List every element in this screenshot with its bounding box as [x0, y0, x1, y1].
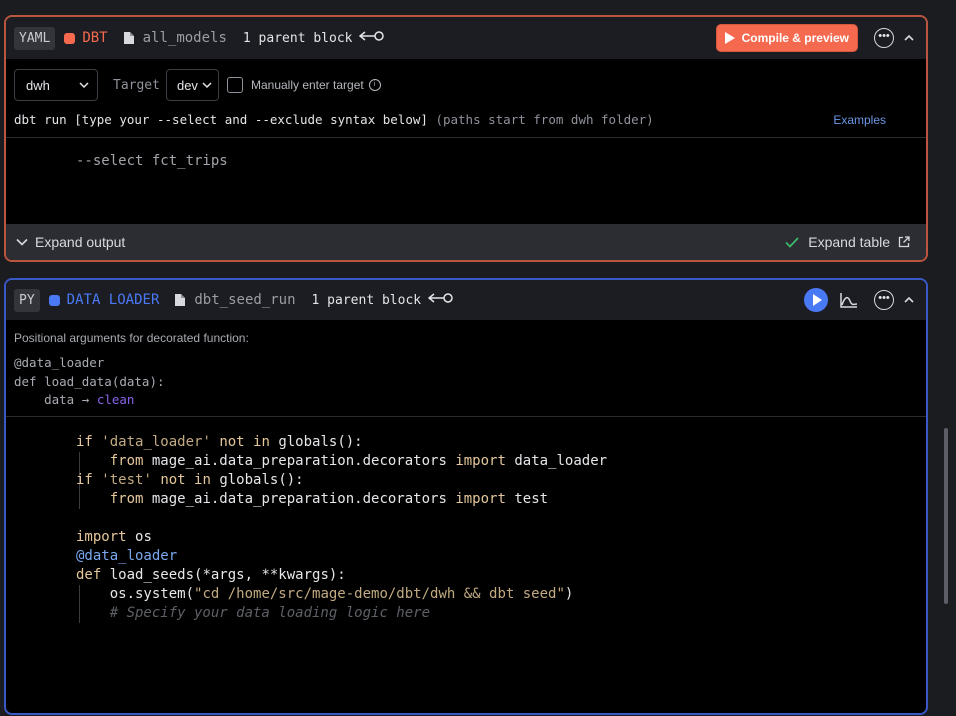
- code-token: def: [76, 567, 102, 583]
- profile-select[interactable]: dwh: [14, 69, 98, 101]
- play-icon: [724, 32, 735, 44]
- data-loader-block-header: PY DATA LOADER dbt_seed_run 1 parent blo…: [6, 280, 926, 320]
- command-hint: (paths start from dwh folder): [435, 112, 654, 127]
- ellipsis-icon: •••: [878, 29, 890, 42]
- chart-icon[interactable]: [840, 292, 858, 308]
- divider: [6, 137, 926, 138]
- block-type-label: DBT: [82, 30, 108, 46]
- output-footer: Expand output Expand table: [6, 224, 926, 260]
- positional-args-code: @data_loader def load_data(data): data →…: [14, 354, 165, 410]
- divider: [6, 416, 926, 417]
- positional-args-title: Positional arguments for decorated funct…: [14, 331, 249, 345]
- code-token: import: [455, 453, 506, 469]
- dbt-block-header: YAML DBT all_models 1 parent block Compi…: [6, 17, 926, 59]
- language-badge: YAML: [14, 26, 56, 50]
- code-token: @data_loader: [76, 548, 178, 564]
- code-token: globals():: [278, 434, 363, 450]
- chevron-up-icon[interactable]: [904, 33, 914, 43]
- command-prefix: dbt run [type your --select and --exclud…: [14, 112, 428, 127]
- code-token: os.system(: [109, 586, 195, 602]
- more-options-button[interactable]: •••: [874, 290, 894, 310]
- code-token: load_seeds(*args, **kwargs):: [109, 567, 346, 583]
- scrollbar[interactable]: [944, 428, 948, 604]
- target-select-value: dev: [176, 77, 198, 93]
- manual-target-checkbox[interactable]: [226, 77, 243, 93]
- args-def: def load_data(data):: [14, 373, 165, 389]
- python-code-editor[interactable]: if 'data_loader' not in globals(): from …: [76, 433, 607, 623]
- parent-link-icon[interactable]: [359, 29, 385, 47]
- code-token: import: [76, 529, 127, 545]
- code-token: not in: [160, 472, 211, 488]
- expand-output-button[interactable]: Expand output: [35, 234, 125, 250]
- parent-link-icon[interactable]: [427, 291, 454, 309]
- code-token: mage_ai.data_preparation.decorators: [151, 453, 447, 469]
- code-token: "cd /home/src/mage-demo/dbt/dwh && dbt s…: [194, 586, 565, 602]
- run-block-button[interactable]: [804, 288, 828, 312]
- code-token: os: [135, 529, 152, 545]
- dbt-command-line: dbt run [type your --select and --exclud…: [14, 112, 654, 127]
- info-icon[interactable]: i: [368, 79, 381, 91]
- arrow-icon: →: [81, 392, 90, 407]
- code-token: if: [76, 434, 93, 450]
- parent-blocks-label[interactable]: 1 parent block: [312, 293, 422, 308]
- code-token: from: [109, 453, 144, 469]
- file-icon: [123, 32, 134, 44]
- file-icon: [175, 294, 186, 306]
- code-token: import: [455, 491, 506, 507]
- parent-blocks-label[interactable]: 1 parent block: [243, 31, 353, 46]
- chevron-down-icon: [202, 82, 212, 89]
- code-token: not in: [219, 434, 270, 450]
- code-token: test: [514, 491, 549, 507]
- examples-link[interactable]: Examples: [833, 113, 886, 127]
- more-options-button[interactable]: •••: [874, 28, 894, 48]
- compile-preview-button[interactable]: Compile & preview: [715, 24, 858, 52]
- args-source-link[interactable]: clean: [97, 392, 135, 407]
- code-token: # Specify your data loading logic here: [109, 605, 431, 621]
- external-link-icon[interactable]: [898, 236, 910, 248]
- block-type-label: DATA LOADER: [66, 292, 160, 308]
- code-token: ): [564, 586, 574, 602]
- args-param: data: [44, 392, 75, 407]
- block-type-color-icon: [48, 294, 60, 306]
- chevron-up-icon[interactable]: [904, 295, 914, 305]
- target-label: Target: [113, 77, 160, 93]
- block-uuid[interactable]: all_models: [143, 30, 227, 46]
- block-uuid[interactable]: dbt_seed_run: [194, 292, 295, 308]
- check-icon: [785, 236, 799, 248]
- dbt-config-row: dwh Target dev Manually enter target i: [14, 69, 381, 101]
- expand-table-button[interactable]: Expand table: [808, 234, 890, 250]
- code-token: data_loader: [514, 453, 608, 469]
- chevron-down-icon: [79, 82, 89, 89]
- code-token: mage_ai.data_preparation.decorators: [151, 491, 447, 507]
- code-token: 'test': [101, 472, 152, 488]
- target-select[interactable]: dev: [165, 69, 219, 101]
- chevron-down-icon[interactable]: [16, 238, 28, 246]
- code-token: if: [76, 472, 93, 488]
- data-loader-block: PY DATA LOADER dbt_seed_run 1 parent blo…: [4, 278, 928, 715]
- profile-select-value: dwh: [26, 77, 50, 93]
- dbt-code-editor[interactable]: --select fct_trips: [76, 152, 228, 171]
- compile-preview-label: Compile & preview: [741, 31, 849, 45]
- code-token: from: [109, 491, 144, 507]
- play-icon: [813, 294, 822, 306]
- language-badge: PY: [14, 288, 40, 312]
- ellipsis-icon: •••: [878, 291, 890, 304]
- code-token: 'data_loader': [101, 434, 211, 450]
- code-token: globals():: [219, 472, 304, 488]
- args-decorator: @data_loader: [14, 355, 105, 370]
- manual-target-label: Manually enter target: [250, 78, 364, 92]
- dbt-block: YAML DBT all_models 1 parent block Compi…: [4, 15, 928, 262]
- block-type-color-icon: [64, 32, 76, 44]
